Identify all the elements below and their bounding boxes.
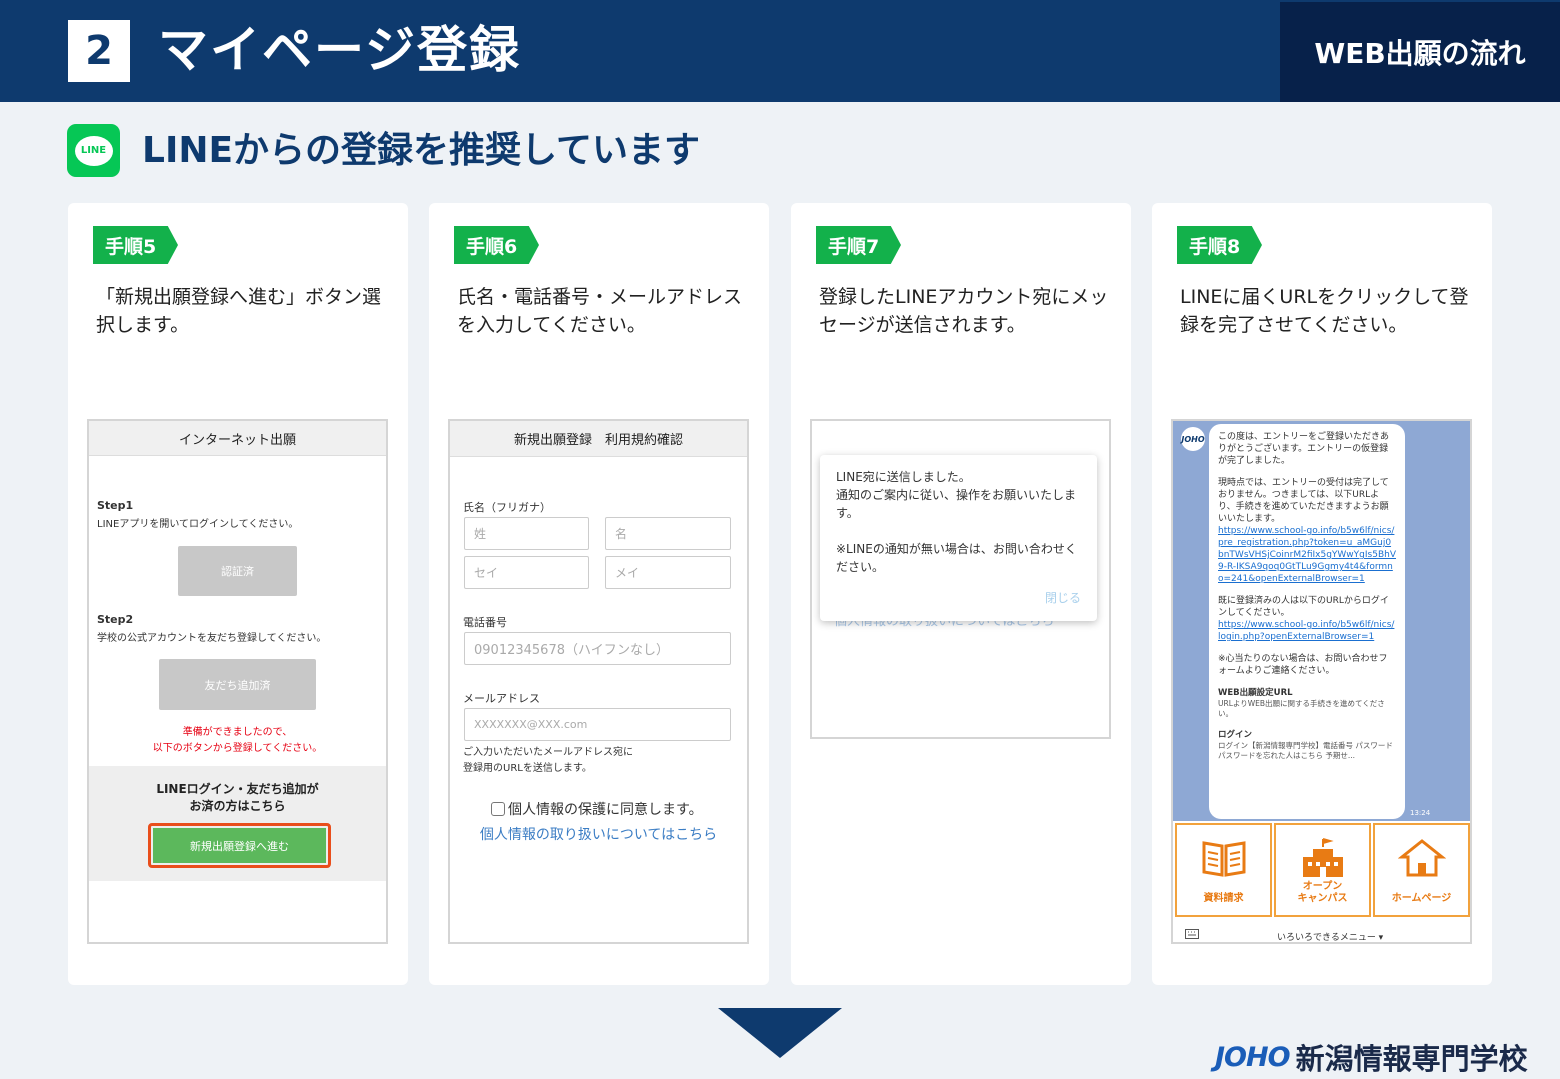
privacy-link[interactable]: 個人情報の取り扱いについてはこちら [450, 824, 747, 844]
phone-input[interactable]: 09012345678（ハイフンなし） [464, 632, 731, 665]
sei-kanji-input[interactable]: 姓 [464, 517, 589, 550]
new-registration-button[interactable]: 新規出願登録へ進む [148, 823, 331, 868]
section-number: 2 [68, 20, 130, 82]
email-input[interactable]: XXXXXXX@XXX.com [464, 708, 731, 741]
dialog-line2: 通知のご案内に従い、操作をお願いいたします。 [836, 488, 1077, 520]
register-section: LINEログイン・友だち追加が お済の方はこちら 新規出願登録へ進む [89, 766, 386, 881]
dialog-line3: ※LINEの通知が無い場合は、お問い合わせください。 [836, 542, 1077, 574]
friend-added-button[interactable]: 友だち追加済 [159, 659, 316, 710]
school-building-icon [1303, 838, 1343, 877]
message-time: 13:24 [1410, 809, 1431, 817]
email-label: メールアドレス [463, 692, 540, 705]
ready-message-line1: 準備ができましたので、 [182, 727, 293, 738]
rich-menu-bar[interactable]: いろいろできるメニュー ▾ [1173, 921, 1470, 942]
recommend-title: LINEからの登録を推奨しています [142, 130, 700, 171]
consent-checkbox[interactable]: 個人情報の保護に同意します。 [491, 799, 703, 819]
page-header: 2 マイページ登録 WEB出願の流れ [0, 0, 1560, 102]
book-icon [1202, 841, 1246, 877]
step-tag: 手順7 [816, 226, 901, 264]
step-description: LINEに届くURLをクリックして登録を完了させてください。 [1180, 286, 1469, 336]
menu-open-campus[interactable]: オープン キャンパス [1274, 823, 1371, 917]
login-link[interactable]: https://www.school-go.info/b5w6lf/nics/l… [1218, 620, 1394, 642]
card1-title: WEB出願設定URL [1218, 688, 1293, 698]
authenticated-button[interactable]: 認証済 [178, 546, 297, 596]
card2-title: ログイン [1218, 730, 1253, 740]
name-label: 氏名（フリガナ） [463, 501, 551, 514]
flow-link[interactable]: WEB出願の流れ [1280, 2, 1560, 102]
screenshot-sent-dialog: 個人情報の取り扱いについてはこちら LINE宛に送信しました。 通知のご案内に従… [810, 419, 1111, 739]
screenshot-internet-application: インターネット出願 Step1 LINEアプリを開いてログインしてください。 認… [87, 419, 388, 944]
done-message: LINEログイン・友だち追加が お済の方はこちら [156, 782, 319, 813]
step-description: 氏名・電話番号・メールアドレスを入力してください。 [457, 286, 743, 336]
close-button[interactable]: 閉じる [1045, 589, 1081, 606]
phone-label: 電話番号 [463, 616, 507, 629]
joho-logo-mark: JOHO [1215, 1041, 1291, 1073]
screenshot-registration-form: 新規出願登録 利用規約確認 氏名（フリガナ） 姓 名 セイ メイ 電話番号 09… [448, 419, 749, 944]
line-logo-icon: LINE [67, 124, 120, 177]
email-note: ご入力いただいたメールアドレス宛に 登録用のURLを送信します。 [463, 747, 633, 774]
step-card-7: 手順7 登録したLINEアカウント宛にメッセージが送信されます。 個人情報の取り… [791, 203, 1131, 985]
home-icon [1398, 839, 1446, 877]
menu-homepage[interactable]: ホームページ [1373, 823, 1470, 917]
next-arrow-icon [718, 1008, 842, 1058]
sent-dialog: LINE宛に送信しました。 通知のご案内に従い、操作をお願いいたします。 ※LI… [820, 455, 1097, 621]
dialog-line1: LINE宛に送信しました。 [836, 470, 971, 484]
step-description: 「新規出願登録へ進む」ボタン選択します。 [96, 286, 382, 336]
pre-registration-link[interactable]: https://www.school-go.info/b5w6lf/nics/p… [1218, 526, 1396, 584]
step-tag: 手順6 [454, 226, 539, 264]
checkbox-icon[interactable] [491, 802, 505, 816]
step2-label: Step2 [97, 613, 134, 626]
step-card-5: 手順5 「新規出願登録へ進む」ボタン選択します。 インターネット出願 Step1… [68, 203, 408, 985]
school-name: 新潟情報専門学校 [1295, 1042, 1528, 1076]
page-title: マイページ登録 [158, 21, 521, 79]
sei-kana-input[interactable]: セイ [464, 556, 589, 589]
mei-kanji-input[interactable]: 名 [605, 517, 731, 550]
menu-label-open-campus: オープン キャンパス [1297, 881, 1348, 904]
step2-text: 学校の公式アカウントを友だち登録してください。 [97, 633, 327, 644]
screen-header: 新規出願登録 利用規約確認 [450, 421, 747, 457]
screenshot-line-chat: JOHO この度は、エントリーをご登録いただきありがとうございます。エントリーの… [1171, 419, 1472, 944]
step-tag: 手順8 [1177, 226, 1262, 264]
step-description: 登録したLINEアカウント宛にメッセージが送信されます。 [819, 286, 1109, 336]
ready-message-line2: 以下のボタンから登録してください。 [152, 743, 323, 754]
screen-header: インターネット出願 [89, 421, 386, 456]
step-card-8: 手順8 LINEに届くURLをクリックして登録を完了させてください。 JOHO … [1152, 203, 1492, 985]
keyboard-icon [1185, 929, 1199, 939]
menu-brochure[interactable]: 資料請求 [1175, 823, 1272, 917]
school-avatar: JOHO [1181, 427, 1205, 451]
chat-message: この度は、エントリーをご登録いただきありがとうございます。エントリーの仮登録が完… [1209, 424, 1405, 819]
step1-label: Step1 [97, 499, 134, 512]
mei-kana-input[interactable]: メイ [605, 556, 731, 589]
step-card-6: 手順6 氏名・電話番号・メールアドレスを入力してください。 新規出願登録 利用規… [429, 203, 769, 985]
step-tag: 手順5 [93, 226, 178, 264]
step1-text: LINEアプリを開いてログインしてください。 [97, 519, 299, 530]
school-logo: JOHO 新潟情報専門学校 [1215, 1036, 1528, 1078]
